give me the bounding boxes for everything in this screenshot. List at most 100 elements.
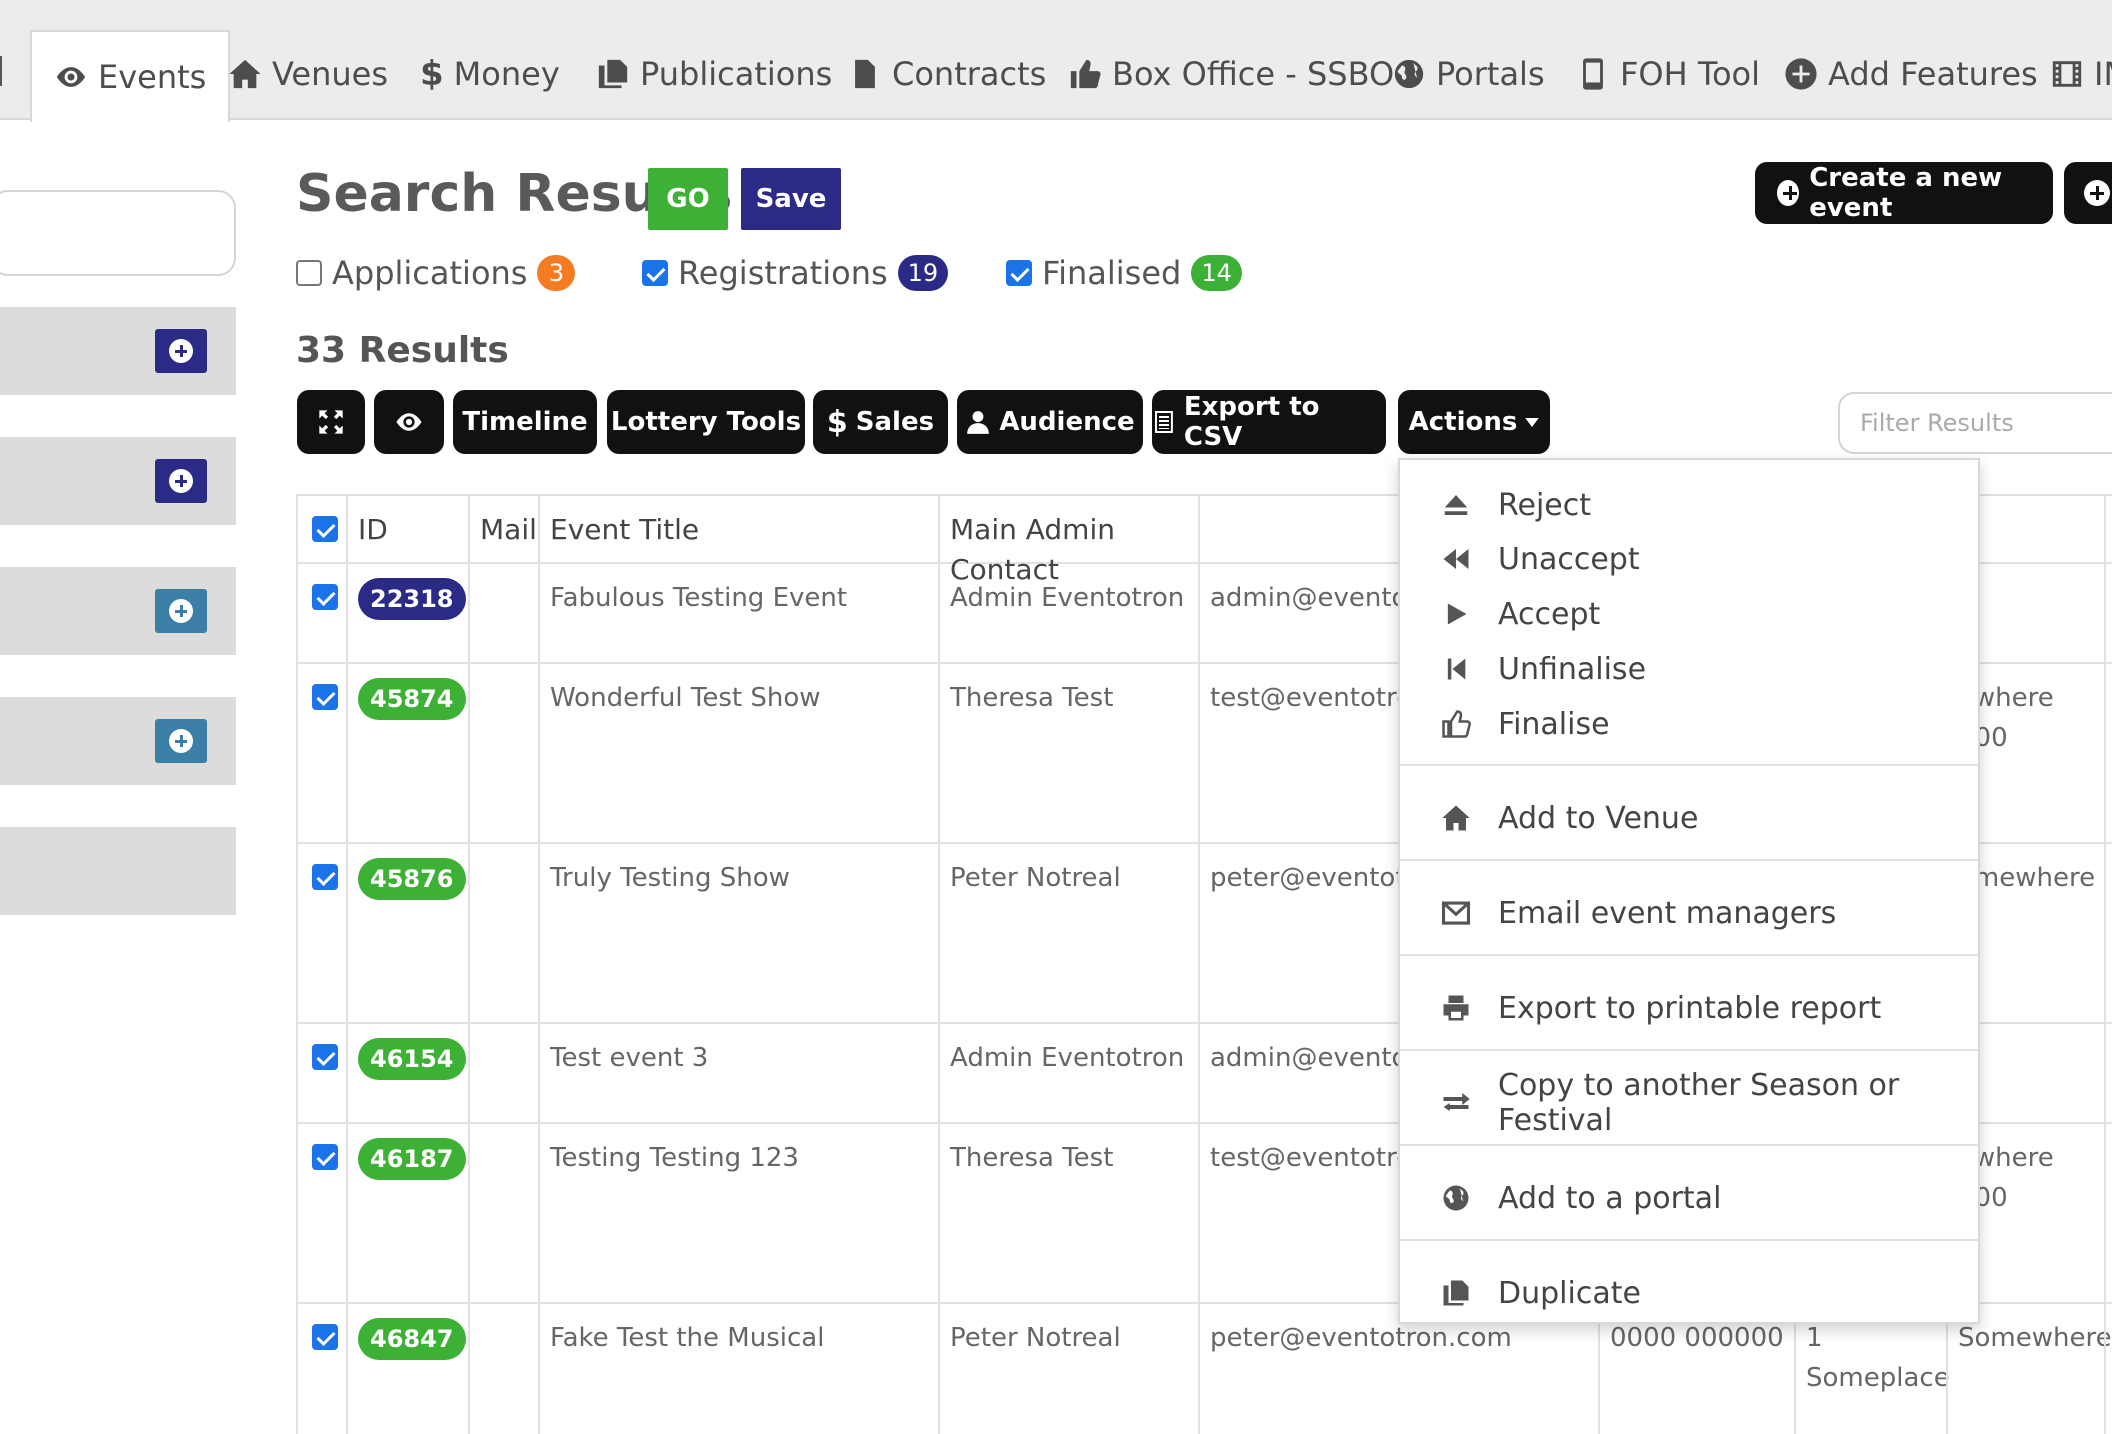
event-id-badge[interactable]: 45874 [358, 678, 466, 720]
audience-button[interactable]: Audience [957, 390, 1143, 454]
row-checkbox[interactable] [312, 684, 338, 710]
view-button[interactable] [374, 390, 444, 454]
menu-item-email-event-managers[interactable]: Email event managers [1400, 886, 1978, 940]
sidebar-search-input[interactable] [0, 190, 236, 276]
event-id-badge[interactable]: 45876 [358, 858, 466, 900]
export-csv-button[interactable]: Export to CSV [1152, 390, 1386, 454]
menu-divider [1400, 1239, 1978, 1241]
id-cell: 45874 [346, 664, 468, 842]
tab-events[interactable]: Events [30, 30, 231, 122]
timeline-button[interactable]: Timeline [453, 390, 597, 454]
event-id-badge[interactable]: 46187 [358, 1138, 466, 1180]
tab-portals[interactable]: Portals [1392, 44, 1545, 104]
tab-box-office[interactable]: Box Office - SSBO [1068, 44, 1394, 104]
go-button[interactable]: GO [648, 168, 728, 230]
mobile-icon [1583, 58, 1603, 90]
menu-item-unfinalise[interactable]: Unfinalise [1400, 642, 1978, 696]
event-title-cell[interactable]: Fake Test the Musical [538, 1304, 938, 1434]
event-title-cell[interactable]: Truly Testing Show [538, 844, 938, 1022]
results-count: 33 Results [296, 330, 509, 371]
menu-item-export-printable-report[interactable]: Export to printable report [1400, 981, 1978, 1035]
event-id-badge[interactable]: 46847 [358, 1318, 466, 1360]
row-checkbox[interactable] [312, 1324, 338, 1350]
tab-contracts[interactable]: Contracts [848, 44, 1046, 104]
row-select-cell [296, 664, 346, 842]
id-cell: 46154 [346, 1024, 468, 1122]
header-id[interactable]: ID [346, 496, 468, 562]
row-checkbox[interactable] [312, 1044, 338, 1070]
sidebar-panel [0, 827, 236, 915]
registrations-checkbox[interactable] [642, 260, 668, 286]
globe-icon [1438, 1180, 1474, 1216]
contact-cell: Admin Eventotron [938, 564, 1198, 662]
menu-item-add-to-portal[interactable]: Add to a portal [1400, 1171, 1978, 1225]
tab-venues[interactable]: Venues [228, 44, 388, 104]
expand-icon [319, 410, 343, 434]
menu-item-accept[interactable]: Accept [1400, 587, 1978, 641]
address-line: 1 [1806, 1323, 1823, 1353]
tab-im[interactable]: IM [2050, 44, 2112, 104]
header-main-admin-contact[interactable]: Main Admin Contact [938, 496, 1198, 586]
header-event-title[interactable]: Event Title [538, 496, 938, 562]
filter-finalised[interactable]: Finalised 14 [1006, 254, 1242, 292]
row-checkbox[interactable] [312, 584, 338, 610]
create-event-button[interactable]: Create a new event [1755, 162, 2053, 224]
menu-item-copy-to-season[interactable]: Copy to another Season or Festival [1400, 1068, 1978, 1138]
row-checkbox[interactable] [312, 1144, 338, 1170]
event-title-cell[interactable]: Testing Testing 123 [538, 1124, 938, 1302]
event-id-badge[interactable]: 46154 [358, 1038, 466, 1080]
sidebar-add-button[interactable] [155, 719, 207, 763]
top-navigation: Events Venues $ Money Publications Contr… [0, 0, 2112, 122]
tab-foh-tool[interactable]: FOH Tool [1576, 44, 1760, 104]
sales-label: Sales [855, 407, 935, 437]
finalised-checkbox[interactable] [1006, 260, 1032, 286]
user-icon [967, 411, 990, 434]
extra-cell [2104, 564, 2112, 662]
menu-item-finalise[interactable]: Finalise [1400, 697, 1978, 751]
event-title-cell[interactable]: Fabulous Testing Event [538, 564, 938, 662]
select-all-checkbox[interactable] [312, 516, 338, 542]
extra-cell [2104, 1304, 2112, 1434]
lottery-tools-button[interactable]: Lottery Tools [607, 390, 805, 454]
tab-money[interactable]: $ Money [420, 44, 560, 104]
menu-item-duplicate[interactable]: Duplicate [1400, 1266, 1978, 1320]
step-backward-icon [1438, 651, 1474, 687]
expand-button[interactable] [297, 390, 365, 454]
plus-circle-icon [169, 339, 193, 363]
filter-registrations[interactable]: Registrations 19 [642, 254, 949, 292]
sales-button[interactable]: $ Sales [813, 390, 948, 454]
menu-item-label: Duplicate [1498, 1275, 1641, 1311]
actions-dropdown-button[interactable]: Actions [1398, 390, 1550, 454]
menu-item-label: Finalise [1498, 706, 1610, 742]
sidebar-panel [0, 437, 236, 525]
menu-item-reject[interactable]: Reject [1400, 478, 1978, 532]
plus-circle-icon [2084, 180, 2110, 206]
sidebar-add-button[interactable] [155, 459, 207, 503]
tab-add-features[interactable]: Add Features [1784, 44, 2038, 104]
id-cell: 46187 [346, 1124, 468, 1302]
row-select-cell [296, 1124, 346, 1302]
secondary-add-button[interactable] [2064, 162, 2112, 224]
menu-item-add-to-venue[interactable]: Add to Venue [1400, 791, 1978, 845]
tab-label: FOH Tool [1620, 55, 1760, 93]
header-mail[interactable]: Mail [468, 496, 538, 562]
event-id-badge[interactable]: 22318 [358, 578, 466, 620]
event-title-cell[interactable]: Wonderful Test Show [538, 664, 938, 842]
sidebar-add-button[interactable] [155, 329, 207, 373]
header-extra [2104, 496, 2112, 562]
extra-cell [2104, 1124, 2112, 1302]
tab-publications[interactable]: Publications [596, 44, 832, 104]
save-button[interactable]: Save [741, 168, 841, 230]
row-checkbox[interactable] [312, 864, 338, 890]
event-title-cell[interactable]: Test event 3 [538, 1024, 938, 1122]
tab-label: Portals [1436, 55, 1545, 93]
tab-label: Add Features [1828, 55, 2038, 93]
eye-icon [56, 67, 86, 87]
applications-checkbox[interactable] [296, 260, 322, 286]
filter-applications[interactable]: Applications 3 [296, 254, 576, 292]
menu-item-unaccept[interactable]: Unaccept [1400, 532, 1978, 586]
sidebar-add-button[interactable] [155, 589, 207, 633]
menu-item-label: Add to Venue [1498, 800, 1699, 836]
filter-results-input[interactable]: Filter Results [1838, 392, 2112, 454]
filter-label: Finalised [1042, 254, 1182, 292]
